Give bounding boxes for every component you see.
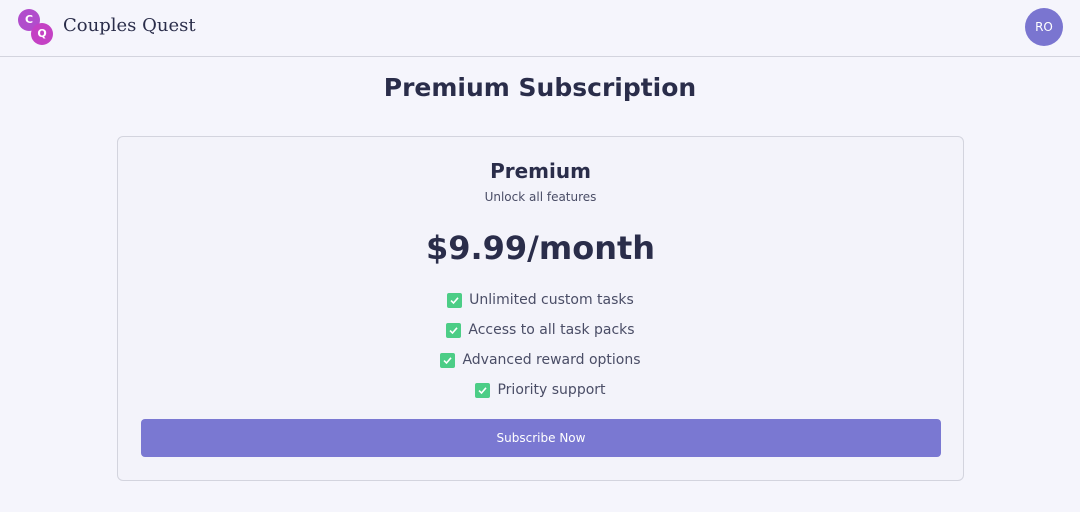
feature-item: Advanced reward options (118, 345, 963, 375)
app-brand-name[interactable]: Couples Quest (63, 15, 196, 36)
feature-list: Unlimited custom tasks Access to all tas… (118, 285, 963, 405)
subscribe-button[interactable]: Subscribe Now (141, 419, 941, 457)
app-logo-icon[interactable]: C Q (18, 9, 58, 47)
feature-item: Unlimited custom tasks (118, 285, 963, 315)
check-icon (440, 352, 456, 368)
feature-label: Unlimited custom tasks (469, 292, 634, 308)
plan-tagline: Unlock all features (484, 190, 597, 204)
feature-item: Access to all task packs (118, 315, 963, 345)
plan-price: $9.99/month (425, 229, 656, 267)
logo-letter-q: Q (31, 23, 53, 45)
feature-label: Access to all task packs (468, 322, 635, 338)
check-icon (446, 322, 462, 338)
user-avatar[interactable]: RO (1025, 8, 1063, 46)
check-icon (475, 382, 491, 398)
check-icon (447, 292, 463, 308)
feature-label: Priority support (497, 382, 606, 398)
feature-label: Advanced reward options (462, 352, 641, 368)
feature-item: Priority support (118, 375, 963, 405)
page-title: Premium Subscription (383, 73, 697, 102)
plan-name: Premium (490, 159, 591, 183)
app-header: C Q Couples Quest RO (0, 0, 1080, 57)
plan-card: Premium Unlock all features $9.99/month … (117, 136, 964, 481)
